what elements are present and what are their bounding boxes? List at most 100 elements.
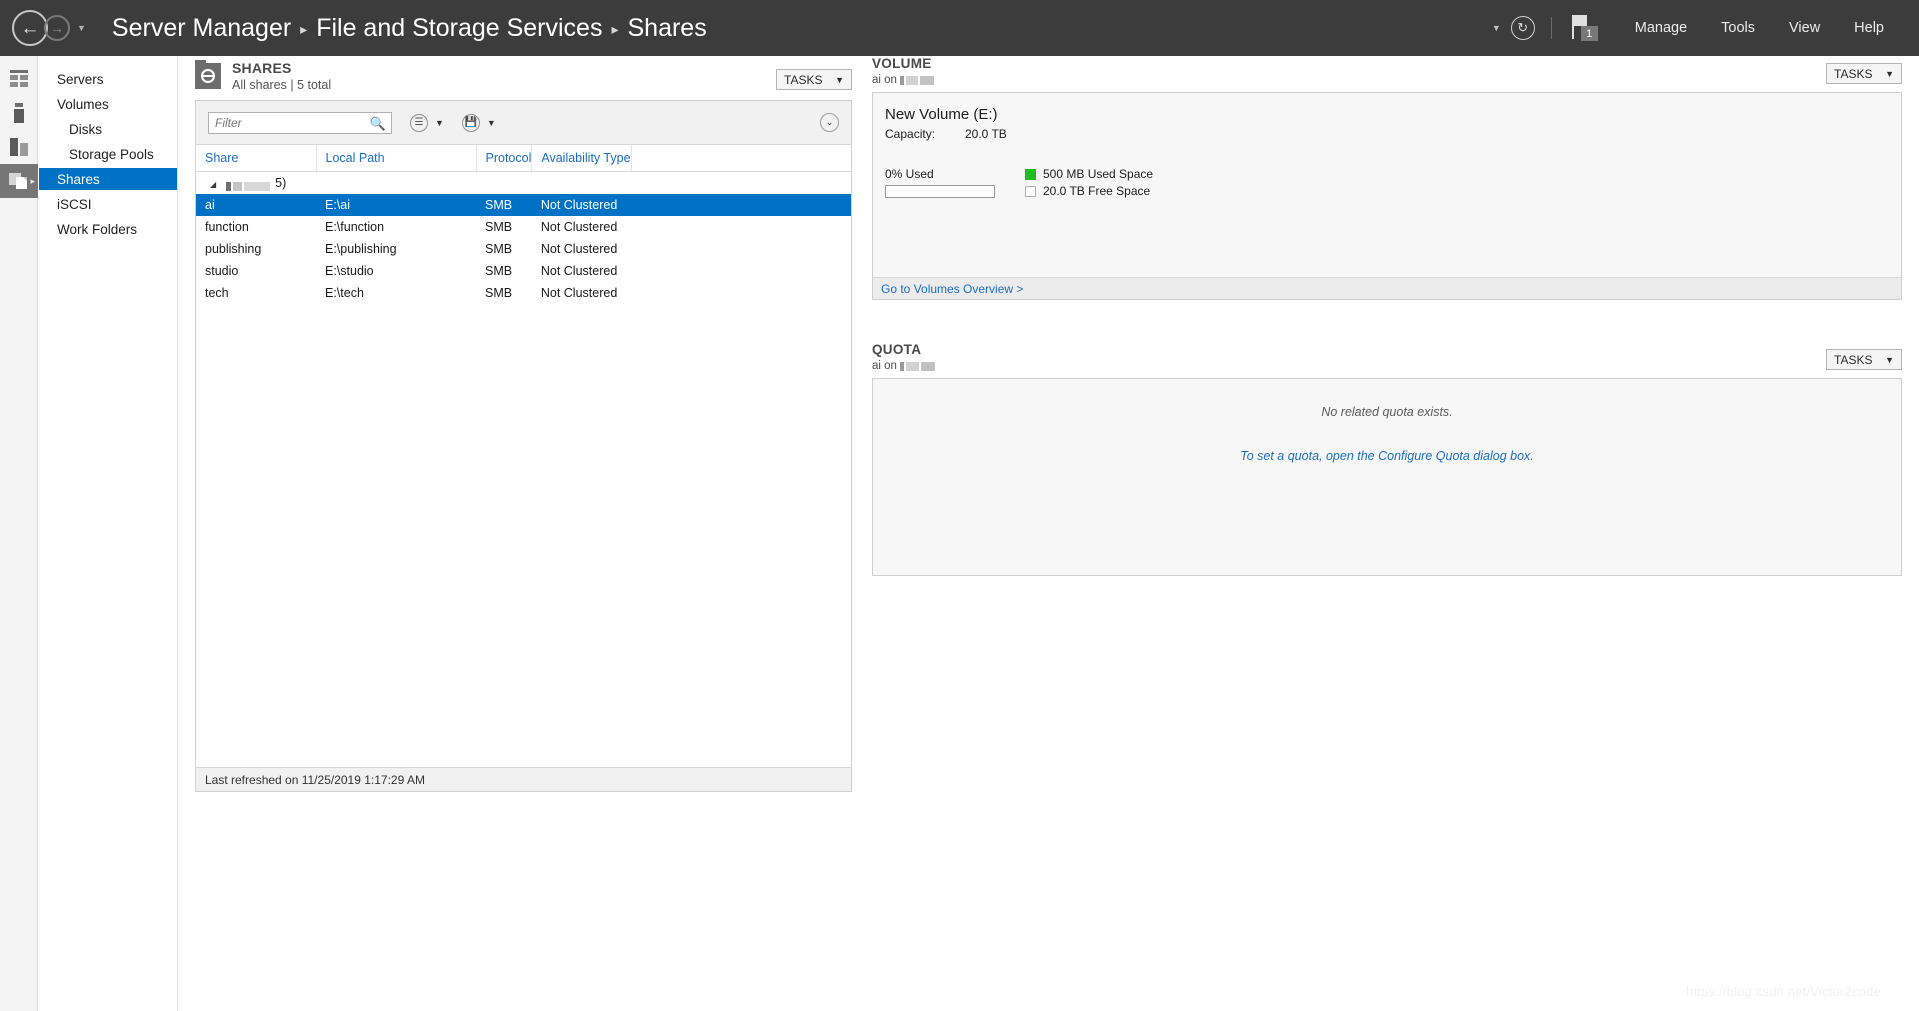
breadcrumb-item-file-and-storage-services[interactable]: File and Storage Services xyxy=(316,14,602,43)
shares-tasks-button[interactable]: TASKS ▼ xyxy=(776,69,852,90)
volume-tasks-button[interactable]: TASKS ▼ xyxy=(1826,63,1902,84)
file-and-storage-services-icon xyxy=(9,173,27,189)
cell-availability-type: Not Clustered xyxy=(540,286,618,300)
capacity-label: Capacity: xyxy=(885,127,936,141)
cell-availability-type: Not Clustered xyxy=(540,264,618,278)
volume-panel-header: VOLUME ai on TASKS ▼ xyxy=(872,56,1902,86)
notifications-caret-icon[interactable]: ▼ xyxy=(1492,23,1501,33)
table-row[interactable]: ai E:\ai SMB Not Clustered xyxy=(196,194,851,216)
search-icon[interactable]: 🔍 xyxy=(370,116,386,132)
rail-item-dashboard[interactable] xyxy=(0,62,38,96)
list-view-icon[interactable]: ☰ xyxy=(410,113,428,132)
cell-protocol: SMB xyxy=(485,286,513,300)
sidebar-item-disks[interactable]: Disks xyxy=(39,118,177,140)
rail-item-all-servers[interactable] xyxy=(0,130,38,164)
table-row[interactable]: publishing E:\publishing SMB Not Cluster… xyxy=(196,238,851,260)
chevron-down-icon[interactable]: ▼ xyxy=(487,118,496,128)
arrow-left-icon: ← xyxy=(20,17,40,39)
column-header-protocol[interactable]: Protocol xyxy=(476,145,533,172)
breadcrumb-separator-icon: ▸ xyxy=(300,20,308,37)
sidebar-item-iscsi[interactable]: iSCSI xyxy=(39,193,177,215)
forward-button[interactable]: → xyxy=(44,15,70,41)
volume-usage-row: 0% Used 500 MB Used Space 20.0 TB Free S… xyxy=(873,141,1901,201)
content-area: SHARES All shares | 5 total TASKS ▼ 🔍 ☰ … xyxy=(178,56,1919,1011)
menu-view[interactable]: View xyxy=(1772,20,1837,36)
quota-configure-hint[interactable]: To set a quota, open the Configure Quota… xyxy=(1240,449,1534,463)
legend-used-text: 500 MB Used Space xyxy=(1043,167,1154,181)
sidebar-item-label: Disks xyxy=(69,121,102,137)
rail-item-file-and-storage-services[interactable]: ▸ xyxy=(0,164,38,198)
quota-subtitle-prefix: ai on xyxy=(872,360,897,372)
sidebar-item-work-folders[interactable]: Work Folders xyxy=(39,218,177,240)
chevron-right-icon: ▸ xyxy=(30,175,35,186)
redacted-server-name xyxy=(899,361,937,372)
sidebar-item-servers[interactable]: Servers xyxy=(39,68,177,90)
shares-panel: SHARES All shares | 5 total TASKS ▼ 🔍 ☰ … xyxy=(195,56,852,792)
menu-help[interactable]: Help xyxy=(1837,20,1901,36)
table-row[interactable]: studio E:\studio SMB Not Clustered xyxy=(196,260,851,282)
sidebar-item-volumes[interactable]: Volumes xyxy=(39,93,177,115)
all-servers-icon xyxy=(10,138,28,156)
flag-cloth-shape xyxy=(1573,15,1587,26)
shares-table: Share Local Path Protocol Availability T… xyxy=(196,145,851,304)
shares-folder-icon xyxy=(195,60,221,89)
breadcrumb-item-server-manager[interactable]: Server Manager xyxy=(112,14,291,43)
title-bar-actions: ▼ ↻ 1 Manage Tools View Help xyxy=(1492,13,1919,43)
cell-availability-type: Not Clustered xyxy=(531,194,632,216)
table-row[interactable]: function E:\function SMB Not Clustered xyxy=(196,216,851,238)
right-column: VOLUME ai on TASKS ▼ New Volume (E:) Cap… xyxy=(872,56,1902,576)
sidebar-item-label: Work Folders xyxy=(57,221,138,237)
column-header-availability-type[interactable]: Availability Type xyxy=(531,145,633,172)
shares-subtitle: All shares | 5 total xyxy=(232,78,332,92)
filter-view-group: ☰ ▼ xyxy=(410,113,444,132)
volume-subtitle-prefix: ai on xyxy=(872,74,897,86)
notifications-flag-button[interactable]: 1 xyxy=(1568,13,1602,43)
volume-panel-subtitle: ai on xyxy=(872,74,936,86)
collapse-filter-button[interactable]: ⌄ xyxy=(820,113,839,132)
column-header-spacer xyxy=(631,145,851,172)
legend-swatch-used-icon xyxy=(1025,168,1036,180)
shares-panel-header: SHARES All shares | 5 total TASKS ▼ xyxy=(195,56,852,92)
cell-spacer xyxy=(631,194,851,216)
volume-capacity-row: Capacity: 20.0 TB xyxy=(873,123,1901,141)
column-header-share[interactable]: Share xyxy=(196,145,317,172)
cell-local-path: E:\function xyxy=(325,220,385,234)
used-percent-label: 0% Used xyxy=(885,167,934,181)
column-header-local-path[interactable]: Local Path xyxy=(316,145,477,172)
sidebar-item-shares[interactable]: Shares xyxy=(39,168,177,190)
menu-manage[interactable]: Manage xyxy=(1618,20,1704,36)
search-input[interactable] xyxy=(208,111,392,134)
table-group-row[interactable]: ◢ 5) xyxy=(196,172,851,195)
table-header-row: Share Local Path Protocol Availability T… xyxy=(196,145,851,172)
sidebar-nav: Servers Volumes Disks Storage Pools Shar… xyxy=(39,56,178,1011)
title-bar: ← → ▼ Server Manager ▸ File and Storage … xyxy=(0,0,1919,56)
back-button[interactable]: ← xyxy=(12,10,48,46)
refresh-button[interactable]: ↻ xyxy=(1510,16,1535,40)
menu-tools[interactable]: Tools xyxy=(1704,20,1772,36)
cell-spacer xyxy=(632,282,851,304)
save-query-icon[interactable]: 💾 xyxy=(461,113,480,132)
volume-name: New Volume (E:) xyxy=(885,106,998,123)
breadcrumb-separator-icon: ▸ xyxy=(611,20,619,37)
go-to-volumes-overview-link[interactable]: Go to Volumes Overview > xyxy=(881,282,1023,296)
legend-item-free: 20.0 TB Free Space xyxy=(1025,184,1153,198)
cell-spacer xyxy=(632,238,851,260)
table-row[interactable]: tech E:\tech SMB Not Clustered xyxy=(196,282,851,304)
nav-history-caret-icon[interactable]: ▼ xyxy=(77,23,86,33)
rail-item-local-server[interactable] xyxy=(0,96,38,130)
shares-table-body: ◢ 5) ai E:\ai SMB Not Clustered function… xyxy=(196,172,851,305)
quota-tasks-label: TASKS xyxy=(1834,352,1873,367)
cell-availability-type: Not Clustered xyxy=(540,220,618,234)
sidebar-item-storage-pools[interactable]: Storage Pools xyxy=(39,143,177,165)
toolbar-divider xyxy=(1550,17,1552,39)
group-expand-triangle-icon[interactable]: ◢ xyxy=(210,180,216,189)
cell-spacer xyxy=(632,260,851,282)
chevron-down-icon[interactable]: ▼ xyxy=(435,118,444,128)
chevron-down-icon: ▼ xyxy=(835,74,844,85)
shares-filter-bar: 🔍 ☰ ▼ 💾 ▼ ⌄ xyxy=(196,101,851,145)
quota-tasks-button[interactable]: TASKS ▼ xyxy=(1826,349,1902,370)
sidebar-item-label: iSCSI xyxy=(57,196,92,212)
sidebar-item-label: Storage Pools xyxy=(69,146,154,162)
sidebar-item-label: Servers xyxy=(57,71,104,87)
breadcrumb-item-shares[interactable]: Shares xyxy=(628,14,707,43)
